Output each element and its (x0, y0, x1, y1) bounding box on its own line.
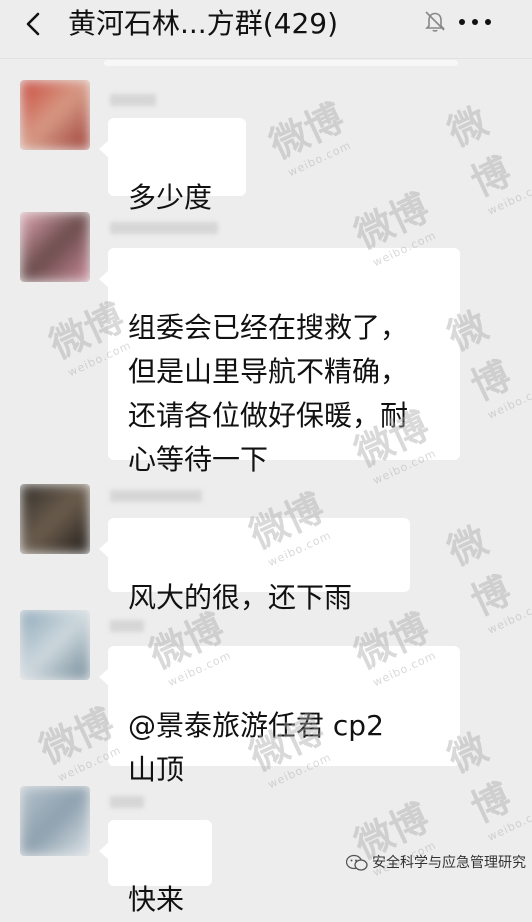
avatar-blur (20, 212, 90, 282)
avatar[interactable] (20, 484, 90, 554)
avatar-blur (20, 786, 90, 856)
source-credit: 安全科学与应急管理研究 (372, 855, 526, 871)
message-bubble[interactable]: 快来 (99, 820, 212, 916)
watermark: 微博 weibo.com (441, 518, 532, 637)
watermark: 微博 weibo.com (262, 95, 354, 180)
wechat-icon (346, 854, 368, 871)
chevron-left-icon[interactable] (20, 10, 48, 38)
message-bubble[interactable]: 组委会已经在搜救了， 但是山里导航不精确， 还请各位做好保暖，耐 心等待一下 (99, 248, 460, 476)
avatar-blur (20, 80, 90, 150)
message-bubble[interactable]: 多少度 (99, 118, 246, 214)
message-bubble[interactable]: 风大的很，还下雨 (99, 518, 410, 614)
sender-name-blurred (110, 222, 218, 234)
sender-name-blurred (110, 620, 144, 632)
avatar[interactable] (20, 80, 90, 150)
avatar-blur (20, 610, 90, 680)
avatar-blur (20, 484, 90, 554)
watermark: 微博 weibo.com (441, 99, 532, 218)
message-text: 风大的很，还下雨 (128, 581, 353, 614)
bell-off-icon (425, 11, 445, 32)
avatar[interactable] (20, 610, 90, 680)
chat-title: 黄河石林...方群(429) (68, 7, 338, 40)
message-text: @景泰旅游任君 cp2 山顶 (128, 709, 384, 786)
message-text: 快来 (128, 883, 185, 916)
message-text: 多少度 (128, 181, 213, 214)
sender-name-blurred (110, 490, 202, 502)
more-icon[interactable] (456, 8, 494, 34)
message-text: 组委会已经在搜救了， 但是山里导航不精确， 还请各位做好保暖，耐 心等待一下 (128, 311, 409, 476)
chat-header: 黄河石林...方群(429) (0, 0, 532, 59)
message-bubble[interactable]: @景泰旅游任君 cp2 山顶 (99, 646, 460, 786)
avatar[interactable] (20, 786, 90, 856)
sender-name-blurred (110, 94, 156, 106)
sender-name-blurred (110, 796, 144, 808)
previous-message-edge (104, 60, 458, 66)
avatar[interactable] (20, 212, 90, 282)
